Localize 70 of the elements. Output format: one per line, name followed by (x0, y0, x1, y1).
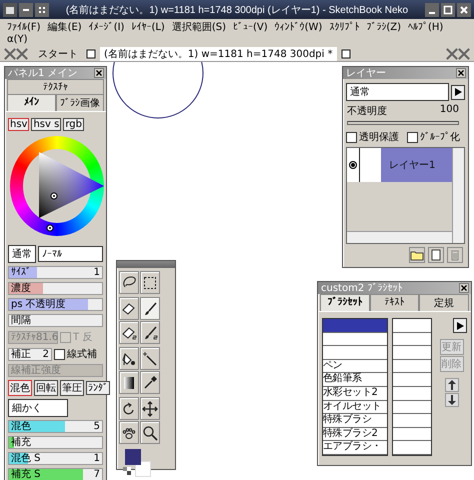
mix-mode-field[interactable]: 細かく (8, 399, 68, 417)
checkbox-label: 透明保護 (359, 130, 399, 144)
slider-label: 線補正強度 (11, 365, 61, 376)
menu-item[interactable]: 選択範囲(S) (172, 22, 226, 34)
document-tab[interactable]: スタート (34, 46, 82, 60)
color-mode-button[interactable]: hsv s (31, 118, 62, 131)
menu-item[interactable]: α(Y) (7, 34, 28, 46)
slider[interactable]: 補充 S 7 (8, 468, 103, 480)
slider-label: 補充 S (11, 469, 41, 480)
menu-item[interactable]: ｲﾒｰｼﾞ(I) (88, 22, 124, 34)
slider-value: 81.6 (36, 332, 58, 342)
brush-set-item[interactable]: オイルセット (323, 400, 387, 414)
mix-tab[interactable]: ﾗﾝﾀﾞ (86, 381, 110, 395)
panel-tab[interactable]: ﾌﾞﾗｼｾｯﾄ (320, 294, 370, 311)
panel-tab[interactable]: 定規 (419, 294, 470, 311)
slider[interactable]: ｻｲｽﾞ 1 (8, 266, 103, 279)
menu-item[interactable]: ｳｨﾝﾄﾞｳ(W) (274, 22, 322, 34)
slider-value: 2 (42, 348, 49, 360)
panel-tab[interactable]: ﾃｷｽﾄ (370, 294, 420, 311)
checkbox-label: 線式補 (67, 348, 97, 361)
slider-label: 間隔 (11, 315, 31, 326)
slider-label: ｻｲｽﾞ (11, 267, 31, 278)
slider-value: 7 (94, 469, 100, 480)
opacity-label: 不透明度 (347, 104, 387, 118)
mix-tab[interactable]: 混色 (8, 380, 32, 396)
slider-label: 濃度 (11, 283, 31, 294)
brush-set-item[interactable]: ペン (323, 360, 387, 374)
opacity-value: 100 (440, 104, 459, 117)
panel-title: custom2 ﾌﾞﾗｼｾｯﾄ (321, 282, 402, 294)
menu-item[interactable]: ﾌｧｲﾙ(F) (7, 22, 41, 34)
panel-title: レイヤー (346, 67, 386, 80)
brush-set-item[interactable]: 特殊ブラシ2 (323, 428, 387, 442)
document-tab[interactable]: (名前はまだない。1) w=1181 h=1748 300dpi * (100, 46, 337, 60)
slider-label: ﾃｸｽﾁｬ (11, 332, 36, 342)
menu-item[interactable]: ｽｸﾘﾌﾟﾄ (329, 22, 360, 34)
menu-item[interactable]: 編集(E) (48, 22, 82, 34)
checkbox-label: T 反 (73, 331, 92, 344)
brush-set-item[interactable]: 色鉛筆系 (323, 373, 387, 387)
slider-value: 1 (94, 267, 100, 278)
blend-mode-field[interactable]: 通常 (8, 245, 36, 263)
slider[interactable]: 濃度 (8, 282, 103, 295)
slider[interactable]: ps 不透明度 (8, 298, 103, 311)
color-mode-button[interactable]: rgb (63, 118, 84, 131)
slider-value: 5 (94, 421, 100, 432)
menu-item[interactable]: ﾚｲﾔｰ(L) (131, 22, 165, 34)
panel-tab[interactable]: ﾃｸｽﾁｬ (7, 79, 104, 94)
blend-mode-field[interactable]: ﾉｰﾏﾙ (38, 246, 103, 262)
slider[interactable]: 混色 5 (8, 420, 103, 433)
brush-set-item[interactable]: エアブラシ・ (323, 441, 387, 455)
menu-item[interactable]: ﾌﾞﾗｼ(Z) (366, 22, 401, 34)
brush-set-item[interactable]: 特殊ブラシ (323, 414, 387, 428)
color-mode-button[interactable]: hsv (8, 118, 30, 131)
slider-label: 混色 (11, 421, 31, 432)
slider[interactable]: 間隔 (8, 314, 103, 327)
panel-tab[interactable]: ﾒｲﾝ (7, 94, 56, 111)
slider-label: 補正 (11, 348, 31, 360)
checkbox-label: ｸﾞﾙｰﾌﾟ化 (420, 130, 460, 144)
mix-tab[interactable]: 筆圧 (60, 380, 84, 396)
blend-mode-field[interactable]: 通常 (346, 83, 449, 101)
layer-name[interactable]: レイヤー1 (381, 148, 452, 182)
window-title: (名前はまだない。1) w=1181 h=1748 300dpi (レイヤー1) - SketchBook Neko (64, 4, 410, 16)
slider-value: 1 (94, 453, 100, 464)
menu-item[interactable]: ﾋﾞｭｰ(V) (232, 22, 268, 34)
panel-title: パネル1 メイン (8, 67, 78, 80)
panel-tab[interactable]: ﾌﾞﾗｼ画像 (56, 94, 104, 111)
brush-set-item[interactable]: 水彩セット2 (323, 386, 387, 401)
slider[interactable]: 補正 2 (8, 348, 52, 360)
slider-label: ps 不透明度 (11, 299, 66, 310)
menu-item[interactable]: ﾍﾙﾌﾟ(H) (408, 22, 444, 34)
mix-tab[interactable]: 回転 (34, 380, 58, 396)
